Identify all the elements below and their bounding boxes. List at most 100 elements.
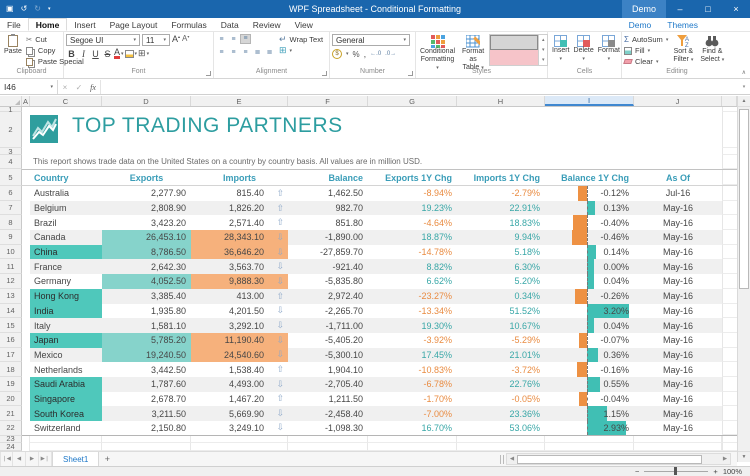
cell-exports-1y-chg[interactable]: -10.83% (368, 362, 457, 377)
cell-balance[interactable]: -5,405.20 (288, 333, 368, 348)
cell-k[interactable] (722, 406, 737, 421)
cell-exports-1y-chg[interactable]: -14.78% (368, 245, 457, 260)
cell-imports[interactable]: 4,493.00⇩ (191, 377, 288, 392)
row-header-3[interactable]: 3 (0, 148, 22, 155)
scroll-right-icon[interactable]: ▶ (720, 456, 730, 462)
cell-imports[interactable]: 3,249.10⇩ (191, 421, 288, 435)
maximize-button[interactable]: □ (694, 0, 722, 18)
cell-as-of[interactable]: May-16 (634, 245, 722, 260)
cell-k[interactable] (722, 333, 737, 348)
column-title-balance-1y-chg[interactable]: Balance 1Y Chg (545, 170, 634, 185)
cell-exports-1y-chg[interactable]: 16.70% (368, 421, 457, 435)
cell-empty[interactable] (457, 443, 545, 451)
wrap-text-button[interactable]: ↵Wrap Text (279, 34, 323, 45)
cell-imports-1y-chg[interactable]: 51.52% (457, 304, 545, 319)
cell-country[interactable]: Germany (30, 274, 102, 289)
cell-exports[interactable]: 2,808.90 (102, 201, 191, 216)
cell-imports-1y-chg[interactable]: -5.29% (457, 333, 545, 348)
cell-balance[interactable]: 982.70 (288, 201, 368, 216)
bold-button[interactable]: B (66, 49, 77, 59)
cell-exports-1y-chg[interactable]: 19.23% (368, 201, 457, 216)
underline-button[interactable]: U (90, 49, 101, 59)
cell-k[interactable] (722, 230, 737, 245)
comma-style-button[interactable]: , (364, 49, 367, 59)
cell-k[interactable] (722, 201, 737, 216)
column-header-K[interactable] (722, 96, 737, 106)
cell-exports-1y-chg[interactable]: -4.64% (368, 215, 457, 230)
cell-balance[interactable]: -5,835.80 (288, 274, 368, 289)
number-format-select[interactable]: General▾ (332, 34, 410, 46)
column-header-G[interactable]: G (368, 96, 457, 106)
cell-imports[interactable]: 5,669.90⇩ (191, 406, 288, 421)
tab-view[interactable]: View (288, 18, 320, 31)
column-title-exports-1y-chg[interactable]: Exports 1Y Chg (368, 170, 457, 185)
cell-as-of[interactable]: May-16 (634, 259, 722, 274)
cell-exports[interactable]: 26,453.10 (102, 230, 191, 245)
align-right-button[interactable]: ≡ (240, 47, 251, 57)
cell-exports[interactable]: 2,642.30 (102, 259, 191, 274)
zoom-slider-thumb[interactable] (674, 467, 677, 475)
cell-k[interactable] (722, 436, 737, 443)
style-normal[interactable] (490, 35, 538, 50)
font-family-select[interactable]: Segoe UI▾ (66, 34, 140, 46)
cell-k[interactable] (722, 245, 737, 260)
row-header-4[interactable]: 4 (0, 155, 22, 169)
cell-balance-1y-chg[interactable]: 0.00% (545, 259, 634, 274)
cell-empty[interactable] (368, 443, 457, 451)
cell-balance-1y-chg[interactable]: 0.55% (545, 377, 634, 392)
increase-decimal-button[interactable]: ←.0 (370, 51, 381, 57)
cell-balance[interactable]: 2,972.40 (288, 289, 368, 304)
cell-empty[interactable] (288, 436, 368, 443)
cell-exports-1y-chg[interactable]: -1.70% (368, 392, 457, 407)
formula-input[interactable] (100, 80, 738, 94)
cell-k[interactable] (722, 318, 737, 333)
cell-as-of[interactable]: May-16 (634, 377, 722, 392)
cell-exports-1y-chg[interactable]: 17.45% (368, 348, 457, 363)
decrease-indent-button[interactable]: ≣ (252, 47, 263, 57)
cell-country[interactable]: Switzerland (30, 421, 102, 435)
cell-imports-1y-chg[interactable]: 22.91% (457, 201, 545, 216)
cell-as-of[interactable]: May-16 (634, 333, 722, 348)
cell-empty[interactable] (191, 443, 288, 451)
tab-data[interactable]: Data (214, 18, 246, 31)
cell-balance-1y-chg[interactable]: 0.14% (545, 245, 634, 260)
grow-font-button[interactable]: A▴ (172, 34, 180, 46)
cell-k[interactable] (722, 112, 737, 148)
row-header-24[interactable]: 24 (0, 443, 22, 451)
link-demo[interactable]: Demo (629, 20, 652, 30)
scrollbar-splitter[interactable] (500, 455, 504, 464)
cell-k[interactable] (722, 362, 737, 377)
cell-country[interactable]: South Korea (30, 406, 102, 421)
cell-country[interactable]: Netherlands (30, 362, 102, 377)
column-header-D[interactable]: D (102, 96, 191, 106)
cell-country[interactable]: India (30, 304, 102, 319)
close-button[interactable]: × (722, 0, 750, 18)
cell-country[interactable]: Australia (30, 186, 102, 201)
cell-exports[interactable]: 5,785.20 (102, 333, 191, 348)
percent-style-button[interactable]: % (353, 50, 360, 59)
cell-country[interactable]: France (30, 259, 102, 274)
column-title-country[interactable]: Country (30, 170, 102, 185)
cell-balance[interactable]: -27,859.70 (288, 245, 368, 260)
cell-country[interactable]: Japan (30, 333, 102, 348)
cell-imports[interactable]: 11,190.40⇩ (191, 333, 288, 348)
cell-k[interactable] (722, 170, 737, 185)
number-dialog-launcher[interactable] (408, 71, 413, 76)
align-left-button[interactable]: ≡ (216, 47, 227, 57)
cell-as-of[interactable]: May-16 (634, 230, 722, 245)
cell-imports-1y-chg[interactable]: -2.79% (457, 186, 545, 201)
cell-k[interactable] (722, 348, 737, 363)
tab-review[interactable]: Review (246, 18, 288, 31)
align-bottom-button[interactable]: ≡ (240, 34, 251, 44)
cancel-formula-icon[interactable]: × (58, 80, 72, 94)
tab-file[interactable]: File (0, 18, 28, 31)
next-sheet-icon[interactable]: ▶ (26, 452, 39, 466)
cell-balance-1y-chg[interactable]: 2.93% (545, 421, 634, 435)
cell-imports-1y-chg[interactable]: 22.76% (457, 377, 545, 392)
cell-exports[interactable]: 2,678.70 (102, 392, 191, 407)
autosum-button[interactable]: ΣAutoSum▾ (624, 34, 668, 45)
cell-k[interactable] (722, 443, 737, 451)
cell-country[interactable]: Mexico (30, 348, 102, 363)
cell-balance[interactable]: -2,705.40 (288, 377, 368, 392)
cell-exports[interactable]: 3,423.20 (102, 215, 191, 230)
